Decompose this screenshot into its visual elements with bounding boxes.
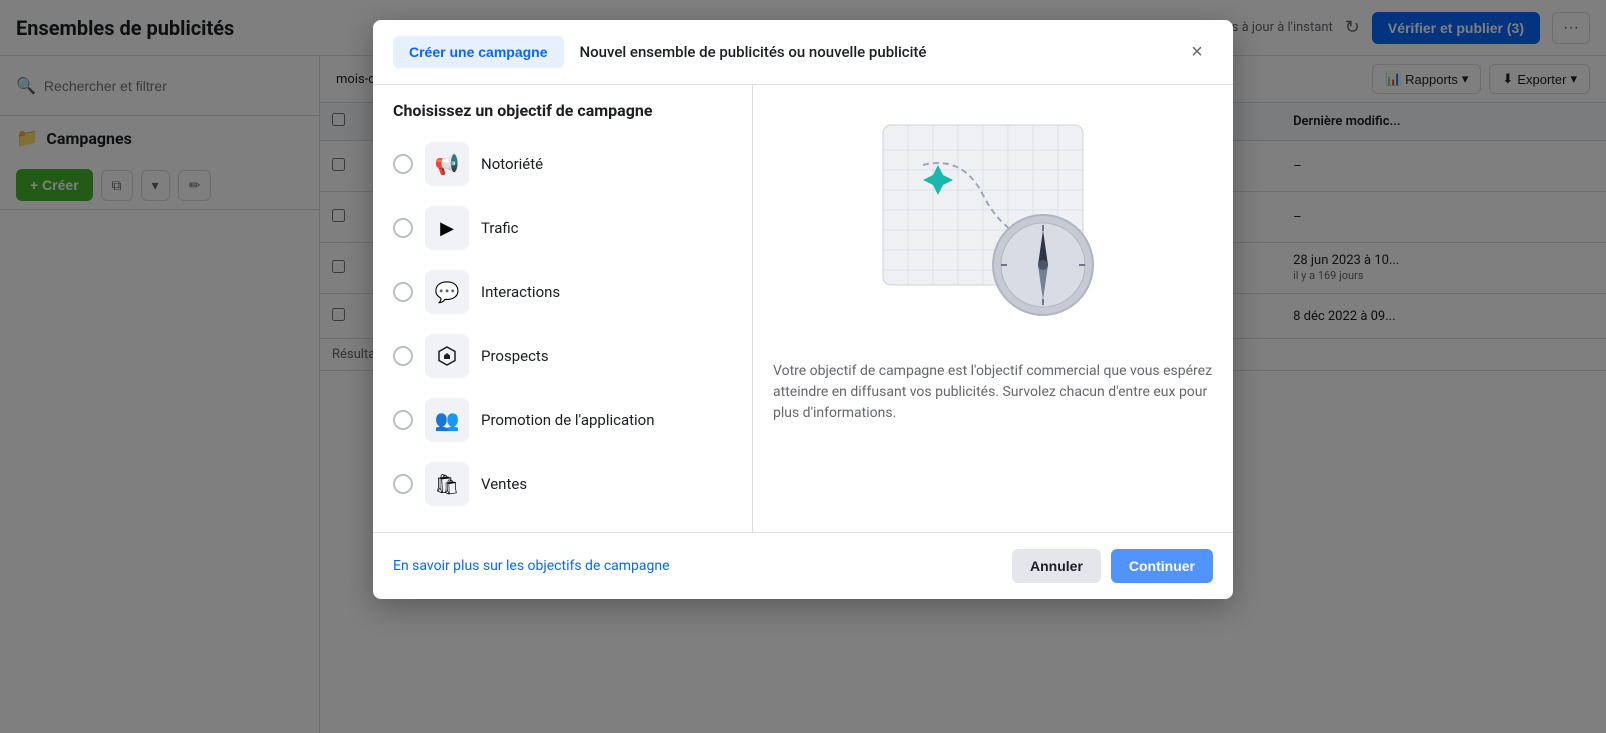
close-modal-button[interactable]: ×: [1181, 36, 1213, 68]
continue-button[interactable]: Continuer: [1111, 549, 1213, 583]
modal-description-panel: Votre objectif de campagne est l'objecti…: [753, 85, 1233, 532]
modal-section-title: Choisissez un objectif de campagne: [373, 101, 752, 132]
modal-description: Votre objectif de campagne est l'objecti…: [773, 361, 1213, 424]
interactions-label: Interactions: [481, 283, 560, 301]
radio-trafic[interactable]: [393, 218, 413, 238]
modal-footer-buttons: Annuler Continuer: [1012, 549, 1213, 583]
radio-interactions[interactable]: [393, 282, 413, 302]
trafic-label: Trafic: [481, 219, 519, 237]
prospects-label: Prospects: [481, 347, 549, 365]
promotion-label: Promotion de l'application: [481, 411, 655, 429]
modal-overlay: Créer une campagne Nouvel ensemble de pu…: [0, 0, 1606, 733]
learn-more-link[interactable]: En savoir plus sur les objectifs de camp…: [393, 558, 670, 574]
objective-ventes[interactable]: 🛍 Ventes: [373, 452, 752, 516]
create-campaign-tab[interactable]: Créer une campagne: [393, 36, 564, 68]
prospects-icon: [425, 334, 469, 378]
cancel-button[interactable]: Annuler: [1012, 549, 1101, 583]
ventes-label: Ventes: [481, 475, 527, 493]
notoriete-label: Notoriété: [481, 155, 543, 173]
objective-promotion[interactable]: 👥 Promotion de l'application: [373, 388, 752, 452]
objective-prospects[interactable]: Prospects: [373, 324, 752, 388]
modal-tab-label: Nouvel ensemble de publicités ou nouvell…: [580, 43, 1166, 61]
objective-notoriete[interactable]: 📢 Notoriété: [373, 132, 752, 196]
radio-notoriete[interactable]: [393, 154, 413, 174]
modal-header: Créer une campagne Nouvel ensemble de pu…: [373, 20, 1233, 85]
ventes-icon: 🛍: [425, 462, 469, 506]
objective-interactions[interactable]: 💬 Interactions: [373, 260, 752, 324]
objective-trafic[interactable]: ▶ Trafic: [373, 196, 752, 260]
modal-objectives-panel: Choisissez un objectif de campagne 📢 Not…: [373, 85, 753, 532]
campaign-illustration: [773, 105, 1213, 345]
radio-ventes[interactable]: [393, 474, 413, 494]
radio-prospects[interactable]: [393, 346, 413, 366]
notoriete-icon: 📢: [425, 142, 469, 186]
modal-footer: En savoir plus sur les objectifs de camp…: [373, 532, 1233, 599]
trafic-icon: ▶: [425, 206, 469, 250]
modal-body: Choisissez un objectif de campagne 📢 Not…: [373, 85, 1233, 532]
promotion-icon: 👥: [425, 398, 469, 442]
campaign-objective-modal: Créer une campagne Nouvel ensemble de pu…: [373, 20, 1233, 599]
interactions-icon: 💬: [425, 270, 469, 314]
radio-promotion[interactable]: [393, 410, 413, 430]
